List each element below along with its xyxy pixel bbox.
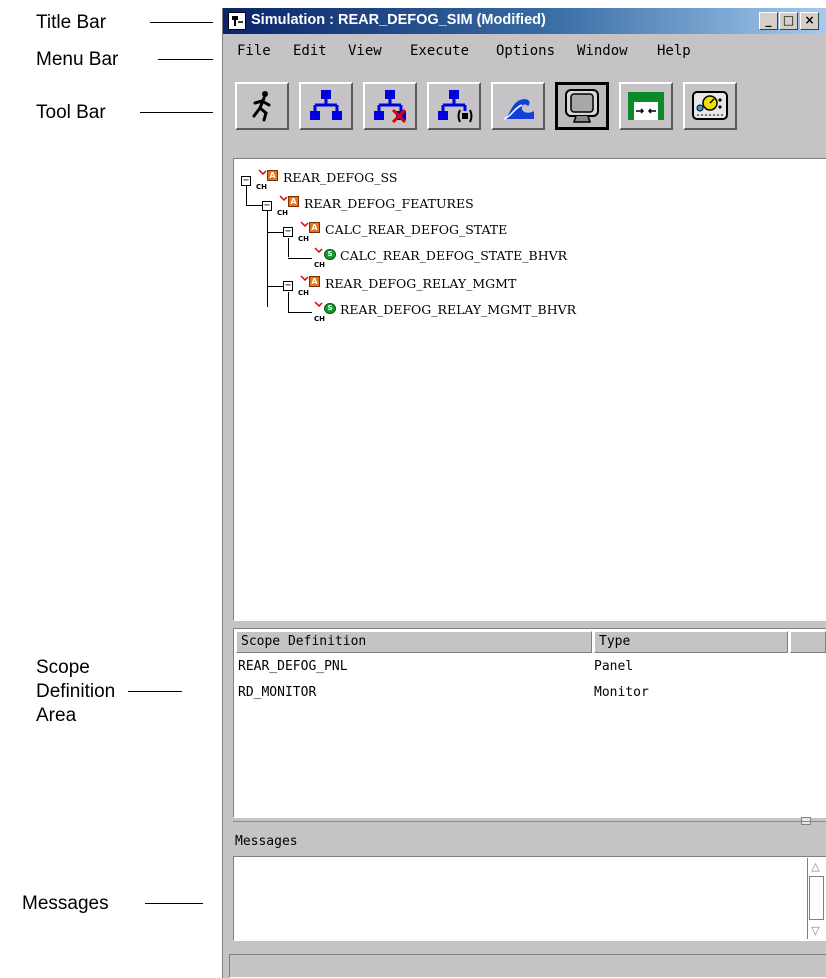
- run-icon: [252, 91, 271, 122]
- collapse-toggle[interactable]: −: [283, 281, 293, 291]
- app-icon[interactable]: [228, 12, 246, 30]
- callout-tool-bar: Tool Bar: [36, 102, 106, 123]
- scope-type-cell: Monitor: [594, 685, 649, 700]
- column-header-type[interactable]: Type: [594, 631, 788, 653]
- monitor-screen-button[interactable]: [555, 82, 609, 130]
- tree-node-label[interactable]: CALC_REAR_DEFOG_STATE: [325, 222, 507, 237]
- simulation-window: Simulation : REAR_DEFOG_SIM (Modified) _…: [222, 8, 826, 978]
- link-icon: [300, 275, 309, 282]
- sash-line: [233, 821, 826, 822]
- collapse-toggle[interactable]: −: [262, 201, 272, 211]
- gauge-panel-icon: [692, 91, 728, 120]
- menu-options[interactable]: Options: [496, 43, 555, 59]
- callout-scope-line3: Area: [36, 705, 77, 726]
- leader-scope: [128, 691, 182, 692]
- tree-node-label[interactable]: REAR_DEFOG_RELAY_MGMT_BHVR: [340, 302, 576, 317]
- subsystem-icon: A: [309, 276, 320, 287]
- wave-icon: [502, 99, 534, 120]
- callout-title-bar: Title Bar: [36, 12, 107, 33]
- tree-connector: [267, 232, 283, 233]
- scope-definition-cell: RD_MONITOR: [238, 685, 317, 700]
- tree-connector: [288, 292, 289, 312]
- tree-node-label[interactable]: REAR_DEFOG_FEATURES: [304, 196, 474, 211]
- menu-view[interactable]: View: [348, 43, 382, 59]
- column-header-filler: [790, 631, 826, 653]
- subsystem-icon: A: [288, 196, 299, 207]
- behavior-icon: S: [324, 249, 336, 260]
- tree-connector: [246, 205, 262, 206]
- window-title: Simulation : REAR_DEFOG_SIM (Modified): [251, 12, 546, 28]
- tree-connector: [288, 312, 312, 313]
- link-icon: [258, 169, 267, 176]
- messages-scrollbar[interactable]: △ ▽: [807, 858, 825, 939]
- tree-connector: [267, 211, 268, 307]
- hierarchy-delete-icon: [374, 90, 407, 124]
- tree-connector: [246, 186, 247, 205]
- link-icon: [300, 221, 309, 228]
- ch-marker: CH: [314, 315, 325, 323]
- menu-execute[interactable]: Execute: [410, 43, 469, 59]
- tree-node-label[interactable]: REAR_DEFOG_SS: [283, 170, 397, 185]
- collapse-toggle[interactable]: −: [283, 227, 293, 237]
- subsystem-icon: A: [309, 222, 320, 233]
- wave-button[interactable]: [491, 82, 545, 130]
- menu-bar: File Edit View Execute Options Window He…: [223, 36, 826, 62]
- callout-scope-line1: Scope: [36, 657, 90, 678]
- hierarchy-icon: [310, 90, 342, 120]
- ch-marker: CH: [298, 289, 309, 297]
- minimize-button[interactable]: _: [759, 12, 778, 30]
- leader-title-bar: [150, 22, 213, 23]
- behavior-icon: S: [324, 303, 336, 314]
- gauge-panel-button[interactable]: [683, 82, 737, 130]
- ch-marker: CH: [314, 261, 325, 269]
- ch-marker: CH: [256, 183, 267, 191]
- scroll-up-icon[interactable]: △: [808, 859, 823, 874]
- link-icon: [279, 195, 288, 202]
- scope-definition-cell: REAR_DEFOG_PNL: [238, 659, 348, 674]
- menu-file[interactable]: File: [237, 43, 271, 59]
- close-button[interactable]: ×: [800, 12, 819, 30]
- panel-button[interactable]: [619, 82, 673, 130]
- leader-menu-bar: [158, 59, 213, 60]
- link-icon: [314, 301, 323, 308]
- hierarchy-monitor-icon: [438, 90, 473, 123]
- menu-edit[interactable]: Edit: [293, 43, 327, 59]
- messages-area[interactable]: △ ▽: [233, 856, 826, 941]
- leader-tool-bar: [140, 112, 213, 113]
- tree-node-label[interactable]: CALC_REAR_DEFOG_STATE_BHVR: [340, 248, 567, 263]
- scope-type-cell: Panel: [594, 659, 634, 674]
- run-button[interactable]: [235, 82, 289, 130]
- menu-window[interactable]: Window: [577, 43, 628, 59]
- monitor-screen-icon: [565, 89, 599, 123]
- hierarchy-delete-button[interactable]: [363, 82, 417, 130]
- link-icon: [314, 247, 323, 254]
- tree-connector: [288, 258, 312, 259]
- callout-scope-line2: Definition: [36, 681, 116, 702]
- hierarchy-button[interactable]: [299, 82, 353, 130]
- panel-icon: [628, 92, 664, 120]
- collapse-toggle[interactable]: −: [241, 176, 251, 186]
- title-bar[interactable]: Simulation : REAR_DEFOG_SIM (Modified) _…: [223, 8, 826, 34]
- tree-node-label[interactable]: REAR_DEFOG_RELAY_MGMT: [325, 276, 516, 291]
- ch-marker: CH: [298, 235, 309, 243]
- messages-label: Messages: [235, 834, 298, 849]
- scroll-down-icon[interactable]: ▽: [808, 923, 823, 938]
- callout-messages: Messages: [22, 893, 109, 914]
- tool-bar: [223, 68, 826, 152]
- scroll-thumb[interactable]: [809, 876, 824, 920]
- hierarchy-tree-pane[interactable]: − CH A REAR_DEFOG_SS − CH A REAR_DEFOG_F…: [233, 158, 826, 621]
- maximize-button[interactable]: □: [779, 12, 798, 30]
- leader-messages: [145, 903, 203, 904]
- tree-connector: [288, 238, 289, 257]
- tree-connector: [267, 286, 283, 287]
- status-bar: [229, 954, 826, 978]
- subsystem-icon: A: [267, 170, 278, 181]
- column-header-scope-definition[interactable]: Scope Definition: [236, 631, 592, 653]
- scope-definition-pane[interactable]: Scope Definition Type REAR_DEFOG_PNL Pan…: [233, 628, 826, 818]
- ch-marker: CH: [277, 209, 288, 217]
- hierarchy-monitor-button[interactable]: [427, 82, 481, 130]
- callout-menu-bar: Menu Bar: [36, 49, 119, 70]
- menu-help[interactable]: Help: [657, 43, 691, 59]
